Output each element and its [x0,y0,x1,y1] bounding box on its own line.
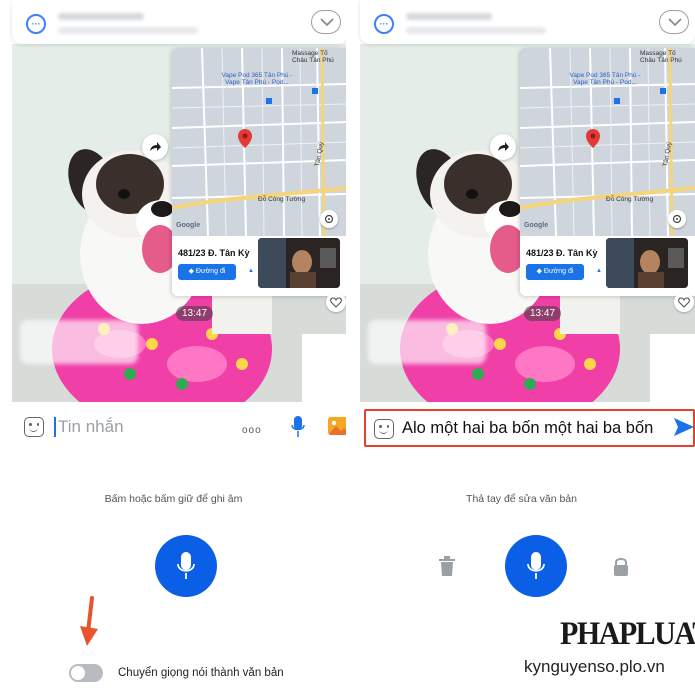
message-time: 13:47 [176,306,214,321]
record-button[interactable] [505,535,567,597]
heart-icon [330,297,342,308]
message-time: 13:47 [524,306,562,321]
map-poi-vape: Vape Pod 365 Tân Phú - Vape Tân Phú - Po… [569,72,641,86]
heart-icon [678,297,690,308]
chat-bubble-icon: ··· [26,14,46,34]
message-input-bar: Tin nhắn ooo [12,405,347,449]
location-card[interactable]: Vape Pod 365 Tân Phú - Vape Tân Phú - Po… [172,48,347,296]
share-button[interactable] [142,134,168,160]
shared-photo[interactable]: Vape Pod 365 Tân Phú - Vape Tân Phú - Po… [360,44,695,402]
speech-to-text-label: Chuyển giọng nói thành văn bản [118,667,284,679]
message-input[interactable]: Alo một hai ba bốn một hai ba bốn [402,419,653,438]
speech-to-text-toggle[interactable] [69,664,103,682]
video-call-thumbnail[interactable] [258,238,340,288]
directions-label: Đường đi [543,268,574,275]
target-icon [672,214,682,224]
brand-logo: PHAPLUAT [560,615,695,652]
navigation-arrow-icon: ▲ [596,268,602,274]
lock-icon[interactable] [612,556,630,576]
location-card[interactable]: Vape Pod 365 Tân Phú - Vape Tân Phú - Po… [520,48,695,296]
target-icon [324,214,334,224]
record-button[interactable] [155,535,217,597]
blurred-contact-status [406,27,546,34]
record-hint: Bấm hoặc bấm giữ để ghi âm [104,493,243,505]
map-street-label: Đỗ Công Tường [606,196,654,203]
microphone-icon [177,552,195,579]
left-screen: ··· Vape Pod 365 Tân Phú - Vape Tân Phú … [0,0,347,693]
microphone-icon[interactable] [291,416,305,438]
chat-bubble-icon: ··· [374,14,394,34]
google-logo: Google [524,222,549,229]
chat-header: ··· [360,0,695,44]
address-text: 481/23 Đ. Tân Kỳ [178,248,250,258]
my-location-button[interactable] [320,210,338,228]
right-screen: ··· Vape Pod 365 Tân Phú - Vape Tân Phú … [348,0,695,693]
directions-button[interactable]: ◆ Đường đi [178,264,236,280]
emoji-icon[interactable] [374,419,394,439]
send-icon[interactable] [673,416,695,438]
trash-icon[interactable] [438,556,456,576]
blurred-message [20,320,138,364]
map-street-label: Đỗ Công Tường [258,196,306,203]
message-input-bar-active: Alo một hai ba bốn một hai ba bốn [364,409,695,447]
more-options-button[interactable]: ooo [242,425,262,436]
emoji-icon[interactable] [24,417,44,437]
panel-divider [346,0,348,693]
video-person-image [606,238,688,288]
map-poi-massage: Massage Tố Châu Tân Phú [640,50,682,64]
blurred-contact-name [58,13,144,20]
react-button[interactable] [326,292,346,312]
map-view[interactable]: Vape Pod 365 Tân Phú - Vape Tân Phú - Po… [172,48,347,237]
map-view[interactable]: Vape Pod 365 Tân Phú - Vape Tân Phú - Po… [520,48,695,237]
navigation-arrow-icon: ▲ [248,268,254,274]
share-button[interactable] [490,134,516,160]
directions-button[interactable]: ◆ Đường đi [526,264,584,280]
blurred-contact-status [58,27,198,34]
chevron-down-icon [668,18,682,26]
text-caret [54,417,56,437]
gallery-icon[interactable] [328,417,347,435]
directions-label: Đường đi [195,268,226,275]
video-call-thumbnail[interactable] [606,238,688,288]
chat-header: ··· [12,0,347,44]
video-person-image [258,238,340,288]
shared-photo[interactable]: Vape Pod 365 Tân Phú - Vape Tân Phú - Po… [12,44,347,402]
microphone-icon [527,552,545,579]
message-input[interactable]: Tin nhắn [58,417,124,437]
collapse-button[interactable] [659,10,689,34]
my-location-button[interactable] [668,210,686,228]
google-logo: Google [176,222,201,229]
address-text: 481/23 Đ. Tân Kỳ [526,248,598,258]
release-hint: Thả tay để sửa văn bản [466,493,577,505]
address-box: 481/23 Đ. Tân Kỳ ◆ Đường đi ▲ [172,236,347,296]
share-arrow-icon [150,142,161,151]
react-button[interactable] [674,292,694,312]
blurred-contact-name [406,13,492,20]
collapse-button[interactable] [311,10,341,34]
chevron-down-icon [320,18,334,26]
share-arrow-icon [498,142,509,151]
map-poi-massage: Massage Tố Châu Tân Phú [292,50,334,64]
red-arrow-annotation [80,596,98,646]
map-poi-vape: Vape Pod 365 Tân Phú - Vape Tân Phú - Po… [221,72,293,86]
site-watermark: kynguyenso.plo.vn [524,657,665,676]
image-icon [328,417,347,435]
blurred-message [368,320,486,364]
address-box: 481/23 Đ. Tân Kỳ ◆ Đường đi ▲ [520,236,695,296]
